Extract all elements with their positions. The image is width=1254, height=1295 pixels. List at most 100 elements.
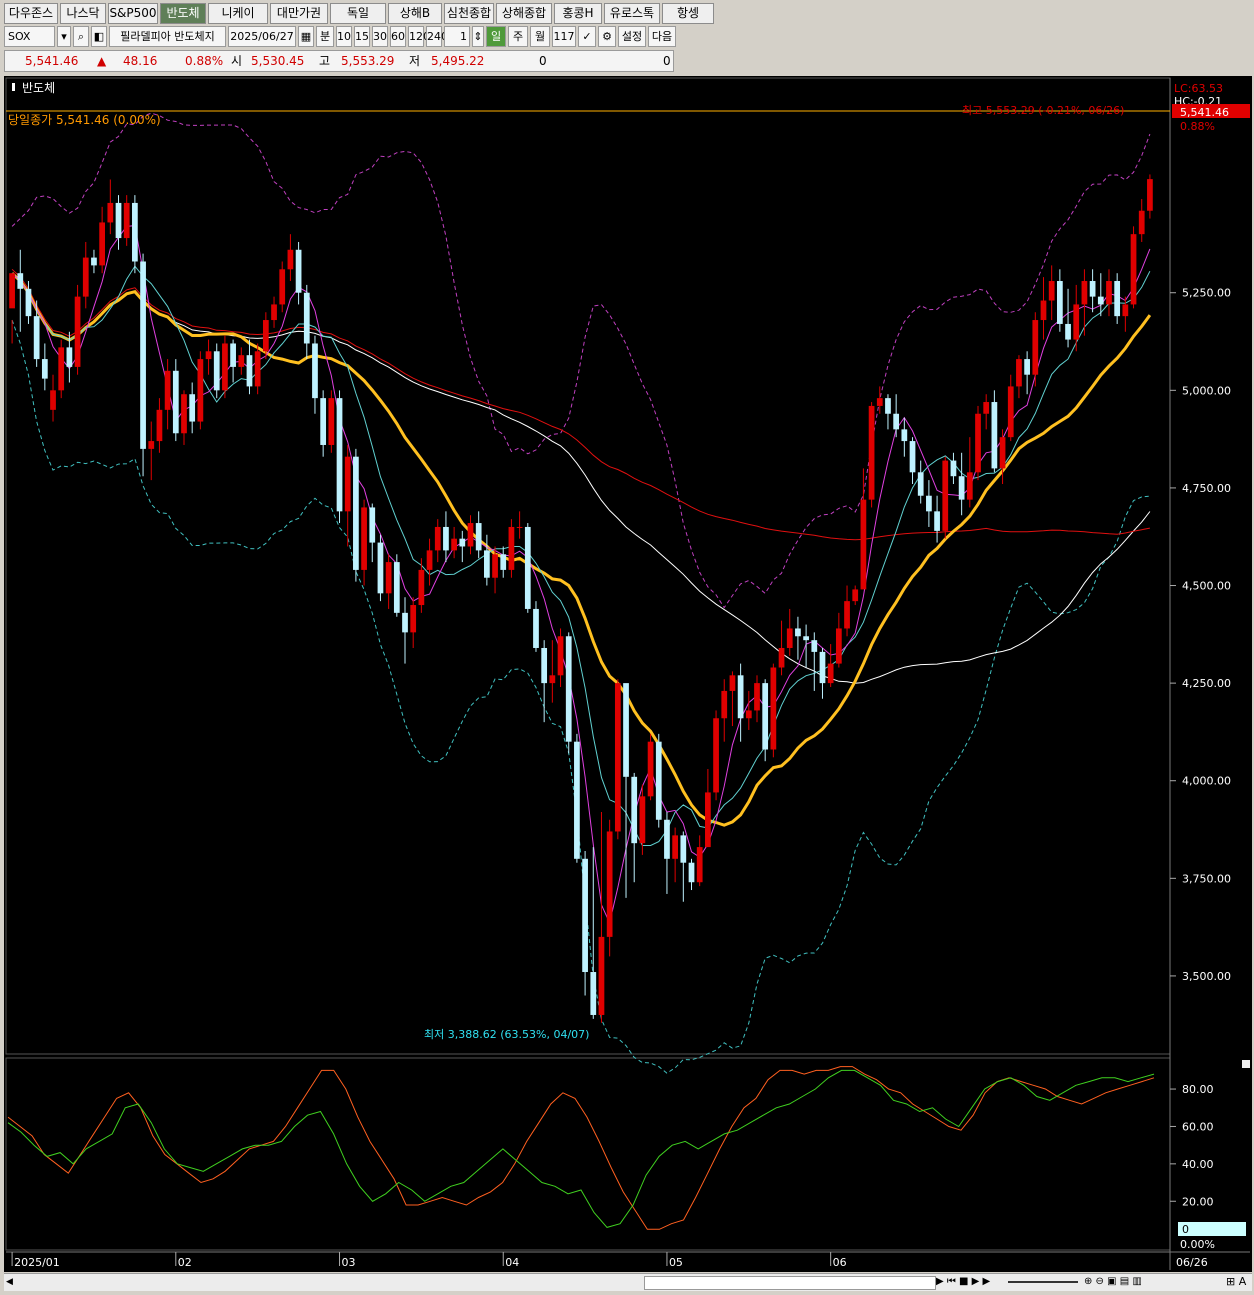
period-button-2[interactable]: 월 (530, 25, 550, 47)
scroll-thumb[interactable] (644, 1276, 936, 1290)
scroll-left-icon[interactable]: ◀ (6, 1275, 18, 1289)
candle-body-4 (41, 359, 48, 379)
candle-body-117 (966, 472, 973, 500)
candle-body-25 (213, 351, 220, 391)
interval-button-4[interactable]: 60 (390, 25, 406, 47)
candle-body-8 (74, 296, 81, 367)
chart-area[interactable]: 5,250.00 5,000.00 4,750.00 4,500.00 4,250.00… (4, 76, 1252, 1272)
tab-2[interactable]: S&P500 (108, 3, 158, 24)
interval-buttons: 분 10 15 30 60 120 240 (316, 25, 448, 47)
candle-body-101 (835, 628, 842, 664)
options-icon[interactable]: ◧ (91, 25, 107, 47)
chart-toolbar: SOX ▾ ⌕ ◧ 필라델피아 반도체지 2025/06/27 ▦ 분 10 15 3… (4, 25, 676, 47)
candle-body-68 (565, 636, 572, 742)
interval-button-0[interactable]: 분 (316, 25, 334, 47)
period-button-1[interactable]: 주 (508, 25, 528, 47)
candle-body-37 (312, 343, 318, 399)
tab-0[interactable]: 다우존스 (4, 3, 58, 24)
candle-body-113 (934, 511, 940, 531)
font-size-icon[interactable]: ⊞ A (1226, 1275, 1248, 1289)
candle-body-10 (91, 257, 97, 266)
tab-9[interactable]: 상해종합 (496, 3, 552, 24)
settings-button[interactable]: 설정 (618, 25, 646, 47)
bar-count-field[interactable]: 117 (552, 25, 576, 47)
candle-body-16 (140, 261, 146, 449)
close-legend: 당일종가 5,541.46 (0.00%) (8, 113, 161, 127)
candle-body-13 (115, 202, 122, 239)
interval-button-3[interactable]: 30 (372, 25, 388, 47)
candle-body-7 (66, 347, 73, 367)
candle-body-53 (443, 526, 449, 551)
tab-7[interactable]: 상해B (388, 3, 442, 24)
spin-icon[interactable]: ⇕ (472, 25, 484, 47)
bollinger-upper (11, 112, 1151, 609)
candle-body-59 (492, 554, 498, 578)
candle-body-99 (819, 651, 826, 684)
high-annotation: 최고 5,553.29 (-0.21%, 06/26) (962, 104, 1124, 117)
interval-button-2[interactable]: 15 (354, 25, 370, 47)
candle-body-6 (58, 347, 65, 391)
tab-8[interactable]: 심천종합 (444, 3, 494, 24)
candle-body-116 (958, 476, 965, 500)
candle-body-121 (999, 437, 1006, 469)
check-icon[interactable]: ✓ (578, 25, 596, 47)
ma20-line (11, 272, 1152, 827)
quote-change: 48.16 (123, 54, 158, 68)
candle-body-76 (631, 776, 638, 844)
interval-button-5[interactable]: 120 (408, 25, 430, 47)
candle-body-43 (361, 507, 367, 570)
calendar-icon[interactable]: ▦ (298, 25, 314, 47)
period-count-field[interactable]: 1 (444, 25, 470, 47)
x-tick-label-5: 06 (833, 1256, 847, 1269)
candle-body-23 (197, 359, 204, 422)
tab-6[interactable]: 독일 (330, 3, 386, 24)
y-tick-label-2: 4,750.00 (1182, 482, 1231, 495)
quote-volume: 0 (539, 54, 547, 68)
pct-badge: 0.88% (1180, 120, 1215, 133)
stoch-pct-label: 0.00% (1180, 1238, 1215, 1251)
playback-icons[interactable]: ▶ ⏮ ■ ▶ ▶ (936, 1275, 1006, 1289)
y-tick-label-0: 5,250.00 (1182, 287, 1231, 300)
candle-body-49 (410, 605, 417, 633)
panel-toggle-icon[interactable] (1242, 1060, 1250, 1068)
tab-11[interactable]: 유로스톡 (604, 3, 660, 24)
tab-12[interactable]: 항셍 (662, 3, 714, 24)
candle-body-14 (123, 202, 130, 239)
candle-body-29 (246, 355, 253, 387)
view-icons[interactable]: ⊕ ⊖ ▣ ▤ ▥ (1084, 1275, 1174, 1289)
horizontal-scrollbar[interactable]: ◀ ▶ ⏮ ■ ▶ ▶ ⊕ ⊖ ▣ ▤ ▥ ⊞ A (4, 1273, 1252, 1291)
candle-body-67 (557, 636, 564, 676)
date-field[interactable]: 2025/06/27 (228, 25, 296, 47)
quote-high: 5,553.29 (341, 54, 395, 68)
price-chart-svg[interactable]: 5,250.00 5,000.00 4,750.00 4,500.00 4,250.00… (4, 76, 1252, 1272)
tab-5[interactable]: 대만가권 (270, 3, 328, 24)
candle-body-48 (402, 612, 408, 633)
zoom-slider[interactable] (1008, 1281, 1078, 1283)
quote-bar: 5,541.46 ▲ 48.16 0.88% 시 5,530.45 고 5,55… (4, 50, 674, 72)
candle-body-28 (238, 355, 245, 367)
tab-4[interactable]: 니케이 (208, 3, 268, 24)
next-button[interactable]: 다음 (648, 25, 676, 47)
tab-10[interactable]: 홍콩H (554, 3, 602, 24)
candle-body-33 (279, 269, 286, 305)
tab-1[interactable]: 나스닥 (60, 3, 106, 24)
x-tick-label-4: 05 (669, 1256, 683, 1269)
candle-body-92 (762, 683, 769, 750)
interval-button-6[interactable]: 240 (426, 25, 448, 47)
period-button-0[interactable]: 일 (486, 25, 506, 47)
x-tick-label-2: 03 (342, 1256, 356, 1269)
candle-body-85 (705, 792, 711, 848)
chevron-down-icon[interactable]: ▾ (57, 25, 71, 47)
candle-body-57 (475, 523, 482, 551)
y-tick-label-3: 4,500.00 (1182, 580, 1231, 593)
tab-3[interactable]: 반도체 (160, 3, 206, 24)
candle-body-77 (639, 796, 646, 844)
gear-icon[interactable]: ⚙ (598, 25, 616, 47)
candle-body-45 (377, 542, 384, 594)
search-icon[interactable]: ⌕ (73, 25, 89, 47)
y-tick-label-6: 3,750.00 (1182, 872, 1231, 885)
candle-body-108 (893, 413, 900, 430)
symbol-combo[interactable]: SOX (4, 25, 55, 47)
interval-button-1[interactable]: 10 (336, 25, 352, 47)
candle-body-94 (778, 647, 785, 668)
